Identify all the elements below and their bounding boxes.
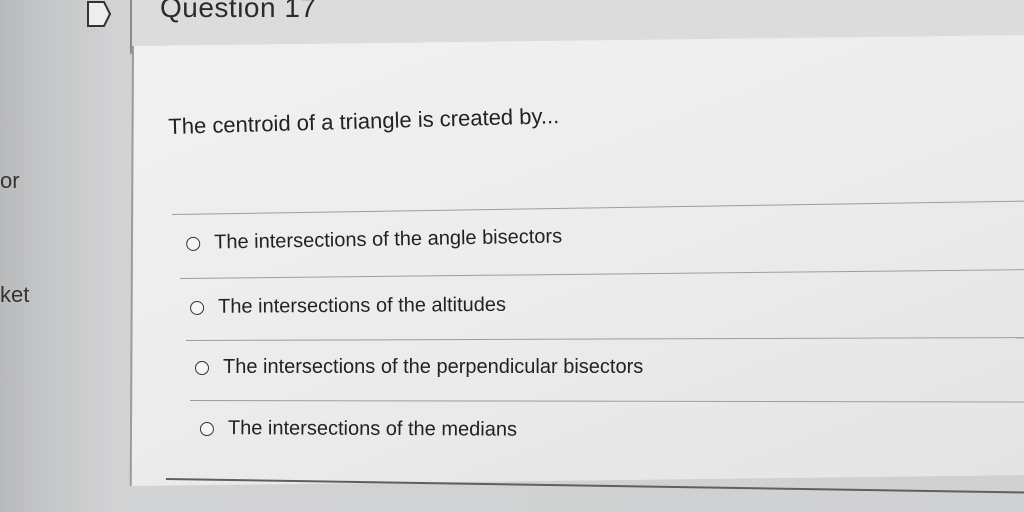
answer-option[interactable]: The intersections of the medians [199,417,518,442]
radio-button[interactable] [195,360,209,375]
answer-option-label: The intersections of the medians [227,417,518,441]
quiz-page: or ket Question 17 The centroid of a tri… [0,0,1024,512]
answer-option[interactable]: The intersections of the perpendicular b… [195,356,643,379]
answer-option-label: The intersections of the altitudes [217,293,507,318]
question-title: Question 17 [160,0,317,23]
flag-outline-icon[interactable] [86,0,112,30]
radio-button[interactable] [199,421,214,436]
radio-button[interactable] [186,236,201,251]
sidebar-partial-label[interactable]: ket [0,282,29,308]
answer-option-label: The intersections of the perpendicular b… [223,356,644,378]
answer-option[interactable]: The intersections of the altitudes [190,294,506,319]
radio-button[interactable] [190,300,205,315]
sidebar-partial-label[interactable]: or [0,168,20,194]
